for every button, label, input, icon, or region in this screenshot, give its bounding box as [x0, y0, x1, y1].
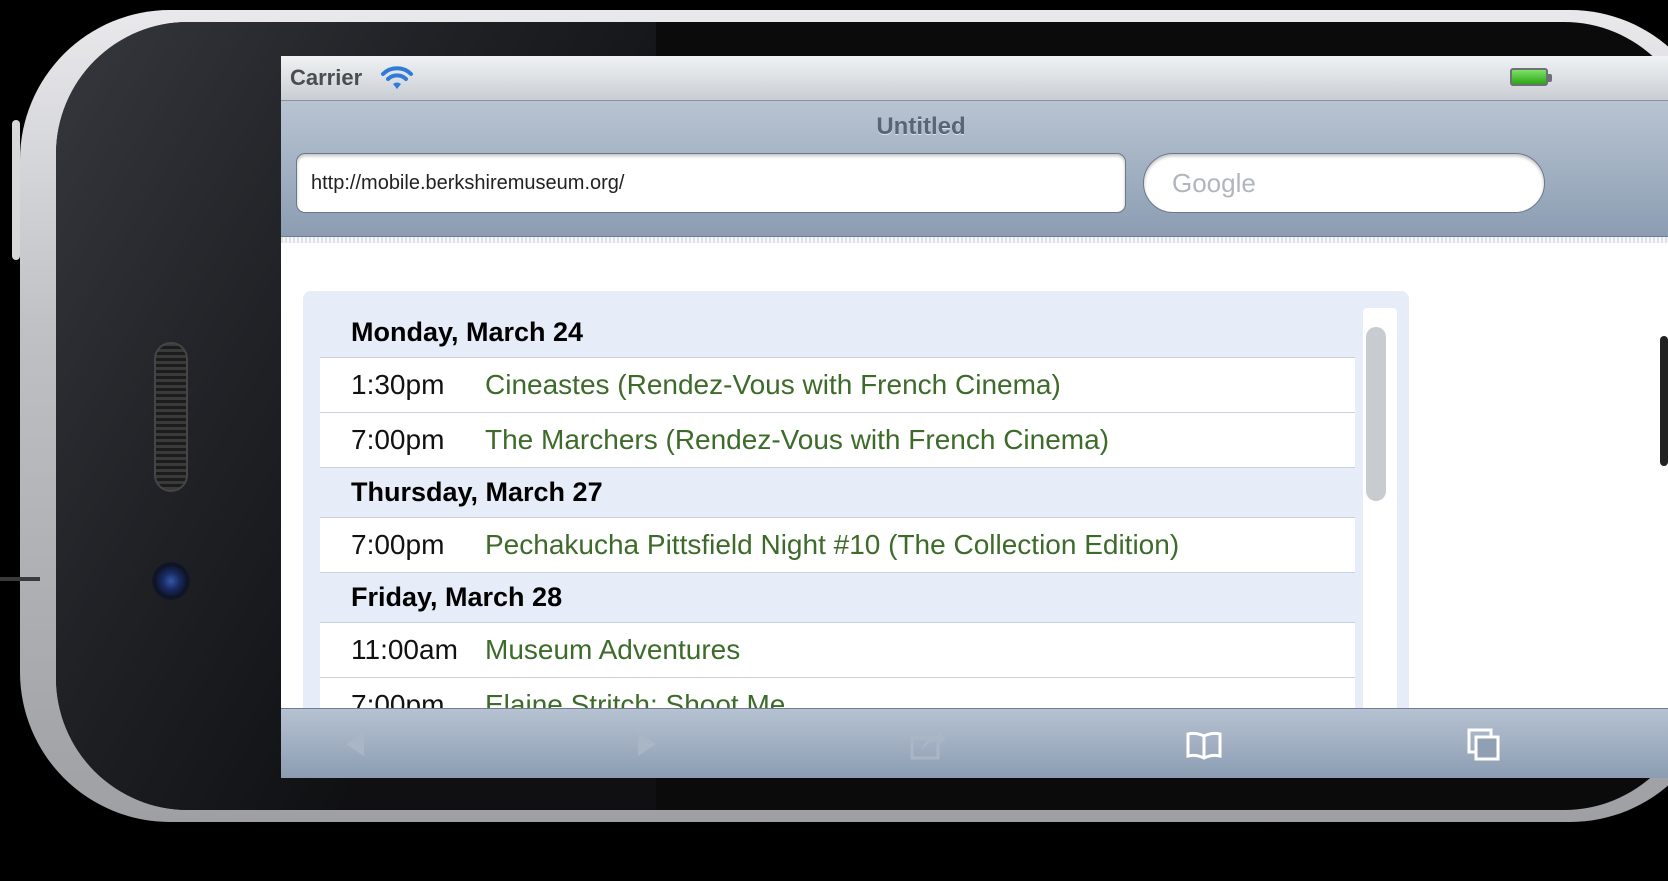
- navbar-divider: [281, 237, 1668, 243]
- share-icon: [910, 730, 946, 760]
- earpiece-speaker: [154, 342, 188, 492]
- status-bar: Carrier: [281, 56, 1668, 101]
- day-header: Thursday, March 27: [320, 468, 1355, 518]
- pages-button[interactable]: [1453, 719, 1513, 769]
- day-header: Monday, March 24: [320, 308, 1355, 358]
- list-scrollbar[interactable]: [1366, 327, 1386, 501]
- bookmarks-icon: [1186, 731, 1222, 760]
- event-time: 11:00am: [351, 634, 458, 665]
- pages-icon: [1467, 728, 1500, 761]
- back-icon: [346, 732, 364, 756]
- bookmarks-button[interactable]: [1174, 719, 1234, 769]
- day-header: Friday, March 28: [320, 573, 1355, 623]
- events-panel: Monday, March 24 1:30pm Cineastes (Rendez-…: [303, 291, 1409, 731]
- forward-icon: [638, 732, 656, 756]
- share-button[interactable]: [898, 719, 958, 769]
- event-row[interactable]: 11:00am Museum Adventures: [320, 623, 1355, 678]
- bottom-toolbar: [281, 708, 1668, 778]
- wifi-icon: [381, 66, 414, 89]
- event-row[interactable]: 1:30pm Cineastes (Rendez-Vous with French…: [320, 358, 1355, 413]
- event-link[interactable]: Museum Adventures: [485, 634, 740, 666]
- url-field[interactable]: http://mobile.berkshiremuseum.org/: [296, 153, 1126, 213]
- side-button: [12, 120, 20, 260]
- search-field[interactable]: Google: [1143, 153, 1545, 213]
- event-time: 1:30pm: [351, 369, 445, 400]
- safari-screen: Carrier Untitled http://mobile.berkshire…: [281, 56, 1668, 778]
- events-list[interactable]: Monday, March 24 1:30pm Cineastes (Rendez-…: [320, 308, 1355, 731]
- carrier-label: Carrier: [290, 65, 363, 90]
- event-link[interactable]: Pechakucha Pittsfield Night #10 (The Col…: [485, 529, 1179, 561]
- event-link[interactable]: The Marchers (Rendez-Vous with French Ci…: [485, 424, 1109, 456]
- event-time: 7:00pm: [351, 424, 445, 455]
- page-title: Untitled: [876, 113, 966, 140]
- front-camera: [152, 562, 190, 600]
- navigation-bar: Untitled http://mobile.berkshiremuseum.o…: [281, 101, 1668, 237]
- frame-edge: [0, 577, 40, 581]
- event-row[interactable]: 7:00pm The Marchers (Rendez-Vous with Fre…: [320, 413, 1355, 468]
- page-scrollbar[interactable]: [1660, 336, 1668, 466]
- event-time: 7:00pm: [351, 529, 445, 560]
- event-link[interactable]: Cineastes (Rendez-Vous with French Cinem…: [485, 369, 1061, 401]
- event-row[interactable]: 7:00pm Pechakucha Pittsfield Night #10 (T…: [320, 518, 1355, 573]
- back-button[interactable]: [326, 719, 386, 769]
- battery-icon: [1510, 68, 1552, 86]
- forward-button[interactable]: [616, 719, 676, 769]
